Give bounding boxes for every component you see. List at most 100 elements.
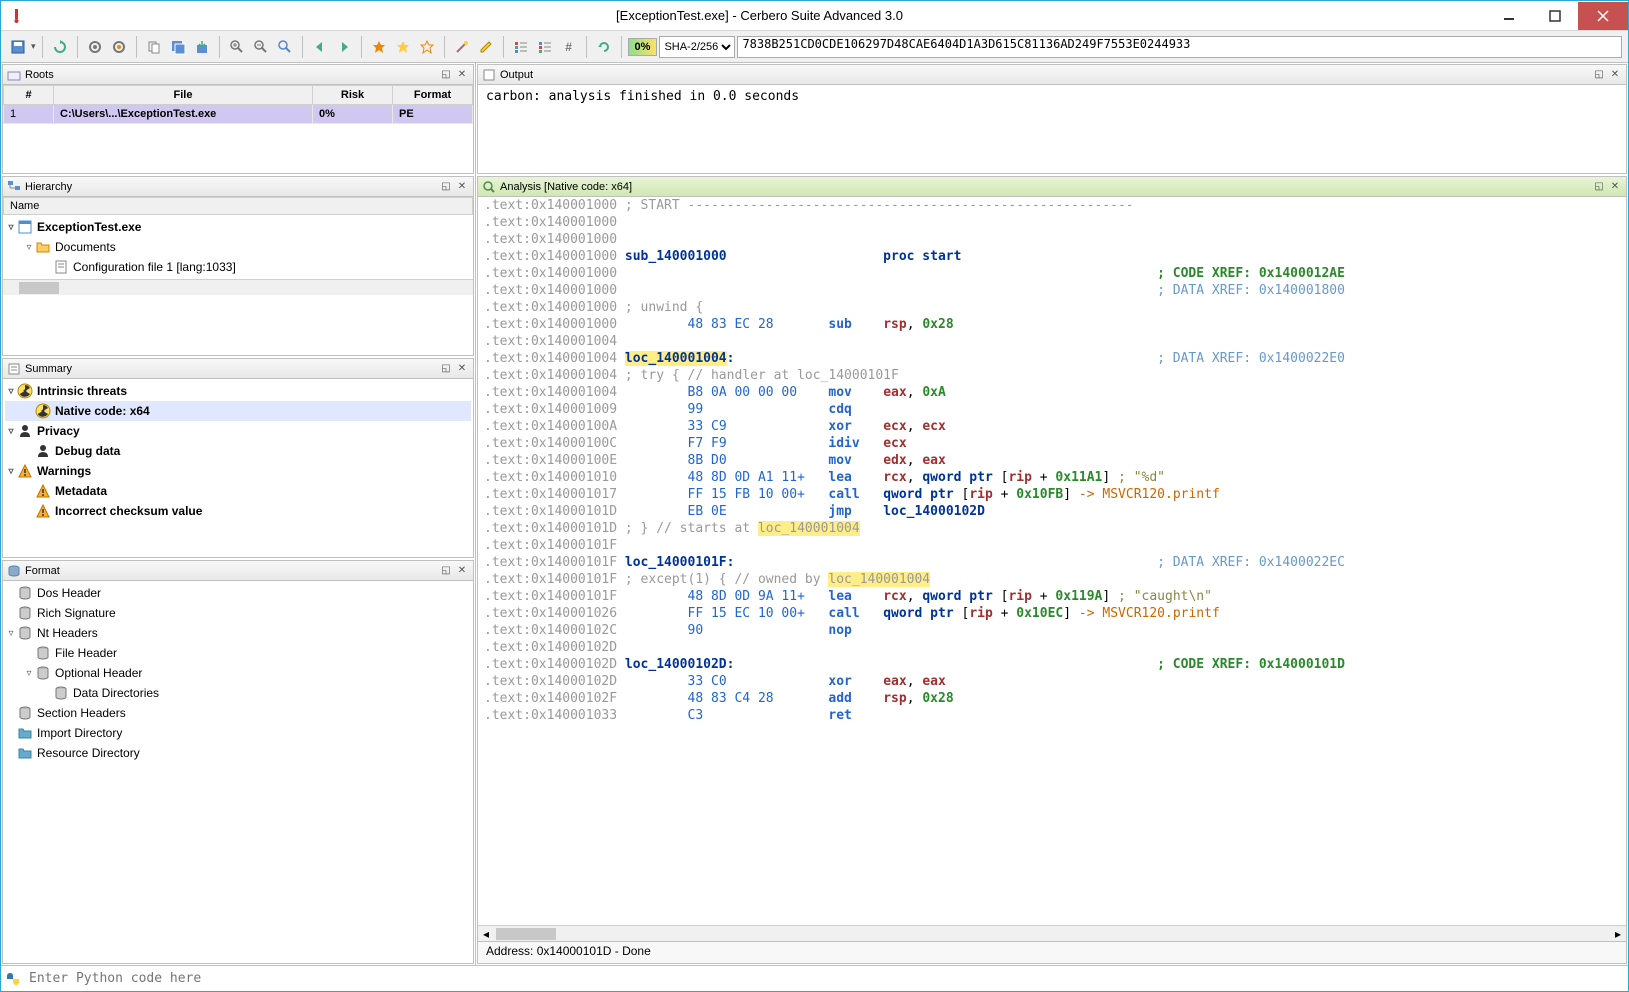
asm-line[interactable]: .text:0x140001000 sub_140001000 proc sta…: [478, 248, 1626, 265]
col-num[interactable]: #: [4, 86, 54, 105]
tree-item[interactable]: ▿Optional Header: [5, 663, 471, 683]
save-button[interactable]: [7, 36, 29, 58]
star2-button[interactable]: [392, 36, 414, 58]
refresh2-button[interactable]: [593, 36, 615, 58]
asm-line[interactable]: .text:0x14000100C F7 F9 idiv ecx: [478, 435, 1626, 452]
titlebar[interactable]: [ExceptionTest.exe] - Cerbero Suite Adva…: [1, 1, 1628, 31]
asm-line[interactable]: .text:0x140001017 FF 15 FB 10 00+ call q…: [478, 486, 1626, 503]
asm-line[interactable]: .text:0x140001000 ; unwind {: [478, 299, 1626, 316]
hash-display[interactable]: 7838B251CD0CDE106297D48CAE6404D1A3D615C8…: [737, 36, 1622, 58]
format-tree[interactable]: Dos HeaderRich Signature▿Nt HeadersFile …: [3, 581, 473, 765]
zoomin-button[interactable]: [226, 36, 248, 58]
copy-button[interactable]: [143, 36, 165, 58]
import-button[interactable]: [191, 36, 213, 58]
asm-line[interactable]: .text:0x14000102C 90 nop: [478, 622, 1626, 639]
panel-float-button[interactable]: ◱: [439, 180, 453, 194]
scrollbar[interactable]: [3, 279, 473, 295]
panel-close-button[interactable]: ✕: [455, 180, 469, 194]
panel-float-button[interactable]: ◱: [1592, 180, 1606, 194]
asm-line[interactable]: .text:0x140001000 ; DATA XREF: 0x1400018…: [478, 282, 1626, 299]
asm-line[interactable]: .text:0x14000101D ; } // starts at loc_1…: [478, 520, 1626, 537]
tree-item[interactable]: Incorrect checksum value: [5, 501, 471, 521]
minimize-button[interactable]: [1486, 2, 1532, 30]
hierarchy-tree[interactable]: ▿ExceptionTest.exe▿DocumentsConfiguratio…: [3, 215, 473, 279]
panel-close-button[interactable]: ✕: [455, 564, 469, 578]
back-button[interactable]: [309, 36, 331, 58]
asm-line[interactable]: .text:0x14000101D EB 0E jmp loc_14000102…: [478, 503, 1626, 520]
asm-line[interactable]: .text:0x140001026 FF 15 EC 10 00+ call q…: [478, 605, 1626, 622]
search-button[interactable]: [274, 36, 296, 58]
tree-item[interactable]: Debug data: [5, 441, 471, 461]
tree-caret[interactable]: ▿: [23, 668, 35, 679]
roots-table[interactable]: # File Risk Format 1 C:\Users\...\Except…: [3, 85, 473, 124]
disassembly-view[interactable]: .text:0x140001000 ; START --------------…: [478, 197, 1626, 925]
panel-close-button[interactable]: ✕: [1608, 68, 1622, 82]
tree-item[interactable]: File Header: [5, 643, 471, 663]
asm-line[interactable]: .text:0x14000102D loc_14000102D: ; CODE …: [478, 656, 1626, 673]
table-row[interactable]: 1 C:\Users\...\ExceptionTest.exe 0% PE: [4, 105, 473, 124]
asm-line[interactable]: .text:0x140001000 ; CODE XREF: 0x1400012…: [478, 265, 1626, 282]
tree-item[interactable]: Rich Signature: [5, 603, 471, 623]
asm-line[interactable]: .text:0x140001000 48 83 EC 28 sub rsp, 0…: [478, 316, 1626, 333]
refresh-button[interactable]: [49, 36, 71, 58]
hash-icon-button[interactable]: #: [558, 36, 580, 58]
tree-item[interactable]: Import Directory: [5, 723, 471, 743]
tree-item[interactable]: ▿Intrinsic threats: [5, 381, 471, 401]
panel-float-button[interactable]: ◱: [439, 362, 453, 376]
list2-button[interactable]: [534, 36, 556, 58]
star1-button[interactable]: [368, 36, 390, 58]
tree-item[interactable]: ▿Privacy: [5, 421, 471, 441]
asm-line[interactable]: .text:0x140001004 loc_140001004: ; DATA …: [478, 350, 1626, 367]
asm-line[interactable]: .text:0x14000100E 8B D0 mov edx, eax: [478, 452, 1626, 469]
panel-float-button[interactable]: ◱: [439, 68, 453, 82]
tree-item[interactable]: Data Directories: [5, 683, 471, 703]
asm-line[interactable]: .text:0x140001033 C3 ret: [478, 707, 1626, 724]
gear2-button[interactable]: [108, 36, 130, 58]
forward-button[interactable]: [333, 36, 355, 58]
asm-line[interactable]: .text:0x140001000 ; START --------------…: [478, 197, 1626, 214]
saveall-button[interactable]: [167, 36, 189, 58]
zoomout-button[interactable]: [250, 36, 272, 58]
tree-item[interactable]: ▿Nt Headers: [5, 623, 471, 643]
tree-item[interactable]: ▿Warnings: [5, 461, 471, 481]
panel-float-button[interactable]: ◱: [1592, 68, 1606, 82]
pencil-button[interactable]: [475, 36, 497, 58]
asm-line[interactable]: .text:0x14000102D: [478, 639, 1626, 656]
col-format[interactable]: Format: [393, 86, 473, 105]
maximize-button[interactable]: [1532, 2, 1578, 30]
asm-line[interactable]: .text:0x140001009 99 cdq: [478, 401, 1626, 418]
col-file[interactable]: File: [54, 86, 313, 105]
tree-item[interactable]: Section Headers: [5, 703, 471, 723]
asm-line[interactable]: .text:0x140001004 B8 0A 00 00 00 mov eax…: [478, 384, 1626, 401]
asm-line[interactable]: .text:0x14000101F 48 8D 0D 9A 11+ lea rc…: [478, 588, 1626, 605]
asm-line[interactable]: .text:0x14000102F 48 83 C4 28 add rsp, 0…: [478, 690, 1626, 707]
output-text[interactable]: carbon: analysis finished in 0.0 seconds: [478, 85, 1626, 173]
asm-line[interactable]: .text:0x140001000: [478, 214, 1626, 231]
scrollbar[interactable]: ◂▸: [478, 925, 1626, 941]
asm-line[interactable]: .text:0x140001000: [478, 231, 1626, 248]
asm-line[interactable]: .text:0x14000102D 33 C0 xor eax, eax: [478, 673, 1626, 690]
tree-caret[interactable]: ▿: [5, 466, 17, 477]
asm-line[interactable]: .text:0x14000101F loc_14000101F: ; DATA …: [478, 554, 1626, 571]
asm-line[interactable]: .text:0x140001004: [478, 333, 1626, 350]
summary-tree[interactable]: ▿Intrinsic threatsNative code: x64▿Priva…: [3, 379, 473, 523]
asm-line[interactable]: .text:0x14000100A 33 C9 xor ecx, ecx: [478, 418, 1626, 435]
tree-caret[interactable]: ▿: [23, 242, 35, 253]
panel-close-button[interactable]: ✕: [1608, 180, 1622, 194]
asm-line[interactable]: .text:0x14000101F: [478, 537, 1626, 554]
panel-close-button[interactable]: ✕: [455, 68, 469, 82]
asm-line[interactable]: .text:0x140001010 48 8D 0D A1 11+ lea rc…: [478, 469, 1626, 486]
asm-line[interactable]: .text:0x14000101F ; except(1) { // owned…: [478, 571, 1626, 588]
python-input[interactable]: [27, 969, 1624, 988]
tree-item[interactable]: Configuration file 1 [lang:1033]: [5, 257, 471, 277]
hash-algo-select[interactable]: SHA-2/256: [659, 36, 735, 58]
tree-item[interactable]: Native code: x64: [5, 401, 471, 421]
star3-button[interactable]: [416, 36, 438, 58]
wand-button[interactable]: [451, 36, 473, 58]
close-button[interactable]: [1578, 2, 1628, 30]
tree-item[interactable]: ▿ExceptionTest.exe: [5, 217, 471, 237]
tree-caret[interactable]: ▿: [5, 426, 17, 437]
tree-item[interactable]: Dos Header: [5, 583, 471, 603]
tree-item[interactable]: Resource Directory: [5, 743, 471, 763]
list1-button[interactable]: [510, 36, 532, 58]
